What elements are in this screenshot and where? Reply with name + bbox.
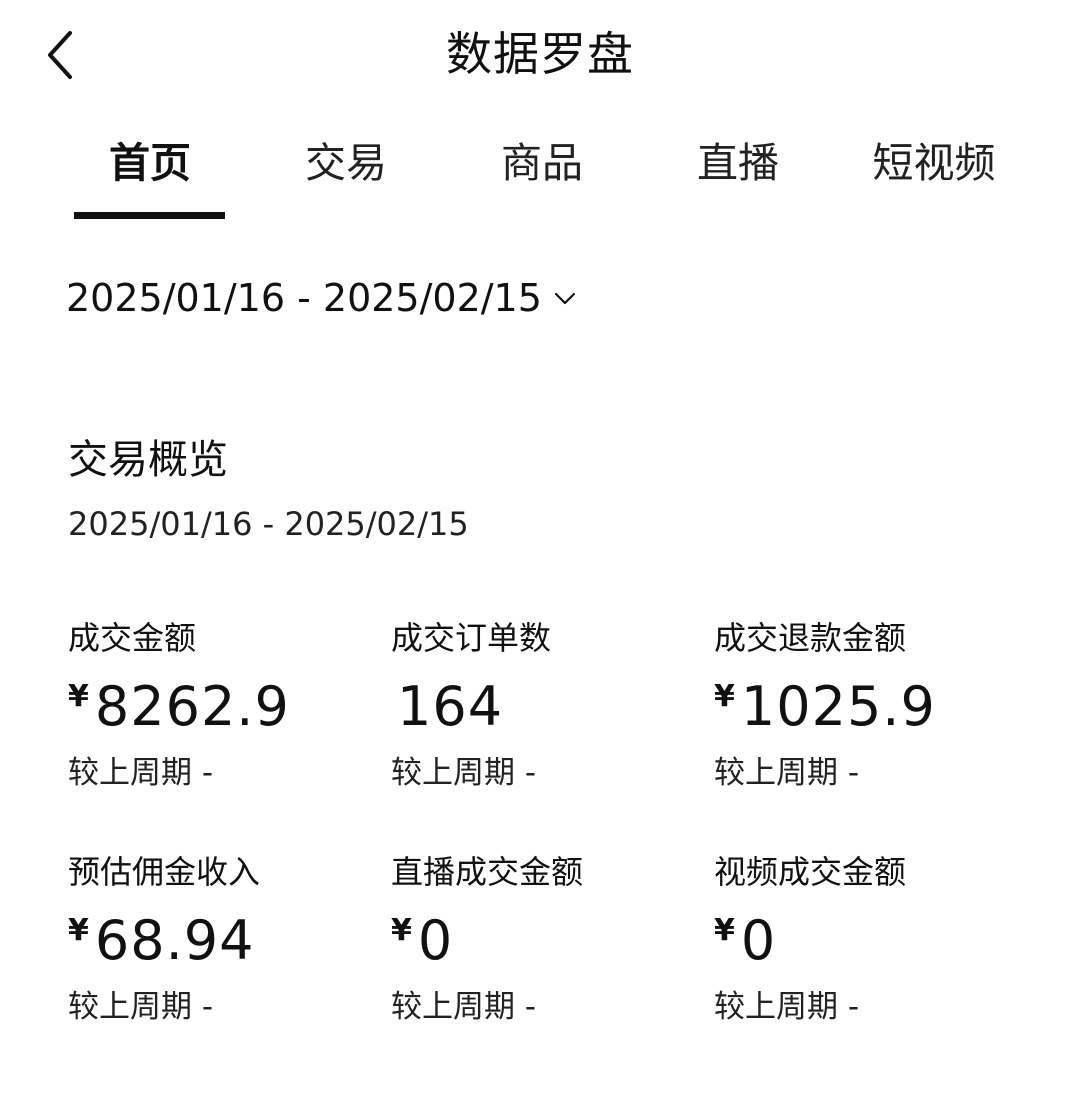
metric-label: 直播成交金额 (391, 853, 584, 891)
metric-value: ¥ 1025.9 (714, 676, 1034, 740)
metric-compare: 较上周期 - (714, 989, 860, 1025)
section-title: 交易概览 (68, 437, 228, 483)
tab-live[interactable]: 直播 (640, 128, 836, 224)
metric-value: 164 (391, 676, 711, 740)
section-date-range: 2025/01/16 - 2025/02/15 (68, 505, 469, 543)
page-title: 数据罗盘 (446, 27, 634, 81)
currency-symbol: ¥ (714, 913, 735, 948)
metric-number: 0 (740, 909, 777, 972)
tab-home[interactable]: 首页 (52, 128, 248, 224)
date-range-text: 2025/01/16 - 2025/02/15 (66, 276, 542, 320)
currency-symbol: ¥ (391, 913, 412, 948)
metric-label: 成交金额 (68, 619, 197, 657)
metric-number: 164 (397, 675, 504, 738)
metric-compare: 较上周期 - (68, 989, 214, 1025)
date-range-picker[interactable]: 2025/01/16 - 2025/02/15 (66, 270, 578, 326)
metric-compare: 较上周期 - (391, 755, 537, 791)
tab-products[interactable]: 商品 (444, 128, 640, 224)
metric-label: 预估佣金收入 (68, 853, 261, 891)
metric-card-refund[interactable]: 成交退款金额 ¥ 1025.9 较上周期 - (714, 616, 1034, 794)
metric-value: ¥ 68.94 (68, 910, 388, 974)
currency-symbol: ¥ (714, 679, 735, 714)
metric-number: 1025.9 (740, 675, 936, 738)
metric-label: 成交订单数 (391, 619, 552, 657)
metric-card-video-gmv[interactable]: 视频成交金额 ¥ 0 较上周期 - (714, 850, 1034, 1028)
tab-trade[interactable]: 交易 (248, 128, 444, 224)
metric-value: ¥ 0 (391, 910, 711, 974)
currency-symbol: ¥ (68, 679, 89, 714)
metric-card-orders[interactable]: 成交订单数 164 较上周期 - (391, 616, 711, 794)
tab-bar: 首页 交易 商品 直播 短视频 (52, 128, 1032, 224)
metric-compare: 较上周期 - (391, 989, 537, 1025)
metric-number: 68.94 (94, 909, 255, 972)
metric-number: 0 (417, 909, 454, 972)
metric-compare: 较上周期 - (68, 755, 214, 791)
metric-card-live-gmv[interactable]: 直播成交金额 ¥ 0 较上周期 - (391, 850, 711, 1028)
tab-short-video[interactable]: 短视频 (836, 128, 1032, 224)
header-bar: 数据罗盘 (0, 0, 1080, 110)
metric-card-gmv[interactable]: 成交金额 ¥ 8262.9 较上周期 - (68, 616, 388, 794)
metric-compare: 较上周期 - (714, 755, 860, 791)
metric-value: ¥ 8262.9 (68, 676, 388, 740)
currency-symbol: ¥ (68, 913, 89, 948)
metric-value: ¥ 0 (714, 910, 1034, 974)
metric-label: 视频成交金额 (714, 853, 907, 891)
chevron-down-icon (552, 285, 578, 311)
metric-label: 成交退款金额 (714, 619, 907, 657)
metric-card-commission[interactable]: 预估佣金收入 ¥ 68.94 较上周期 - (68, 850, 388, 1028)
metric-number: 8262.9 (94, 675, 290, 738)
